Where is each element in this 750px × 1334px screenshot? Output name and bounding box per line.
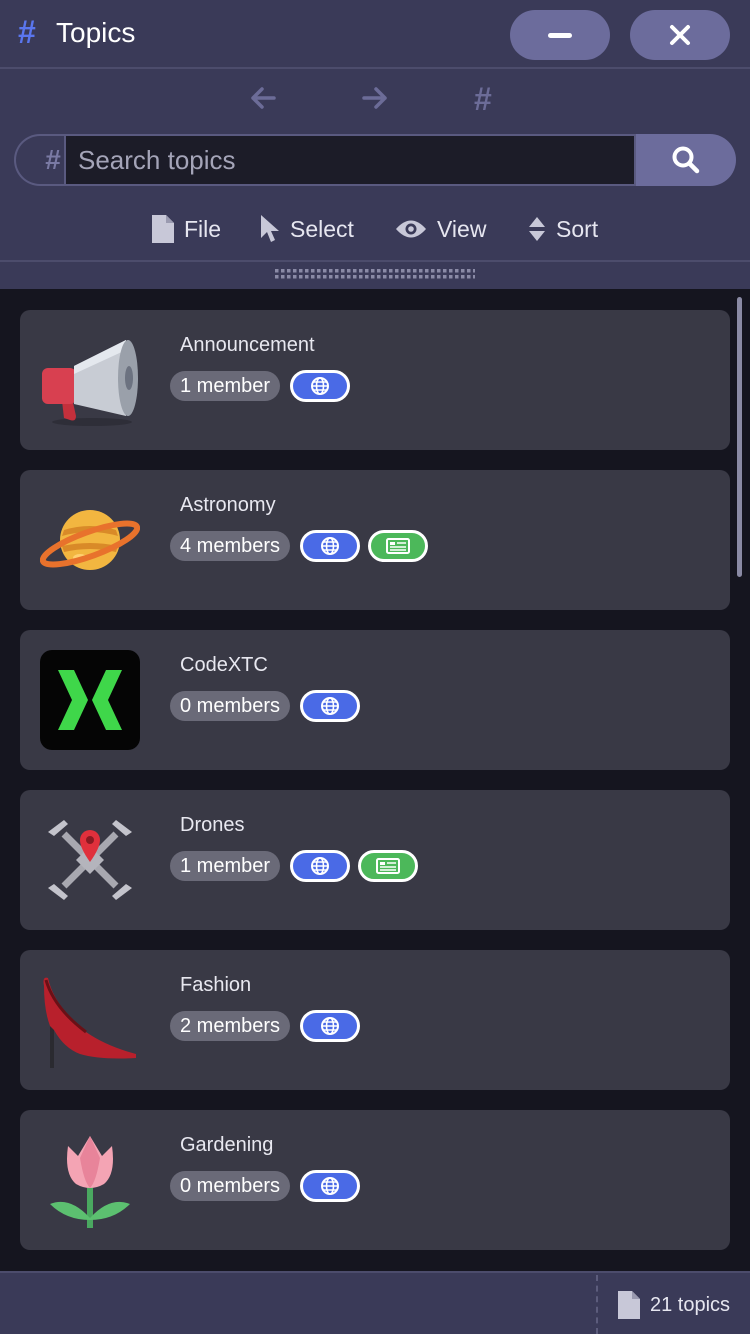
arrow-right-icon	[362, 87, 387, 109]
topic-card[interactable]: Astronomy 4 members	[20, 470, 730, 610]
topic-card[interactable]: Gardening 0 members	[20, 1110, 730, 1250]
sort-icon	[528, 216, 546, 242]
minimize-icon	[548, 32, 572, 38]
planet-icon	[40, 510, 140, 570]
megaphone-icon	[42, 340, 138, 426]
toolbar: # # File Select View Sort	[0, 69, 750, 358]
status-bar: 21 topics	[0, 1271, 750, 1334]
public-badge	[300, 690, 361, 722]
topic-badges: 1 member	[170, 850, 426, 882]
topic-list: Announcement 1 member Astronomy 4 member…	[0, 289, 750, 1271]
hash-icon: #	[18, 14, 36, 50]
menu-file[interactable]: File	[152, 211, 221, 247]
menu-file-label: File	[184, 215, 222, 242]
menu-view[interactable]: View	[395, 211, 486, 247]
globe-icon	[321, 1177, 340, 1195]
member-count-badge: 4 members	[170, 531, 291, 561]
member-count-badge: 1 member	[170, 851, 281, 881]
file-icon	[618, 1291, 640, 1319]
divider	[0, 260, 750, 262]
topic-card[interactable]: Fashion 2 members	[20, 950, 730, 1090]
newspaper-icon	[376, 858, 401, 874]
public-badge	[290, 850, 351, 882]
public-badge	[300, 530, 361, 562]
globe-icon	[321, 697, 340, 715]
news-badge	[358, 850, 419, 882]
public-badge	[300, 1010, 361, 1042]
divider	[596, 1275, 598, 1334]
topics-home-button[interactable]: #	[474, 81, 492, 118]
menu-select-label: Select	[290, 215, 354, 242]
topic-badges: 2 members	[170, 1010, 368, 1042]
topic-badges: 0 members	[170, 690, 368, 722]
news-badge	[368, 530, 429, 562]
topic-name: CodeXTC	[180, 654, 268, 676]
member-count-badge: 1 member	[170, 371, 281, 401]
topic-badges: 1 member	[170, 370, 358, 402]
menu-select[interactable]: Select	[260, 211, 354, 247]
globe-icon	[321, 1017, 340, 1035]
high-heel-icon	[43, 977, 136, 1068]
topic-name: Astronomy	[180, 494, 276, 516]
title-bar: # Topics	[0, 0, 750, 69]
window-title: Topics	[56, 17, 136, 48]
back-button[interactable]	[248, 83, 278, 121]
globe-icon	[311, 377, 330, 395]
topic-card[interactable]: CodeXTC 0 members	[20, 630, 730, 770]
member-count-badge: 0 members	[170, 691, 291, 721]
topic-card[interactable]: Drones 1 member	[20, 790, 730, 930]
topic-name: Announcement	[180, 334, 315, 356]
close-button[interactable]	[630, 10, 730, 60]
codextc-logo	[40, 650, 140, 750]
menu-sort[interactable]: Sort	[528, 211, 598, 247]
search-bar: #	[14, 134, 736, 186]
menu-view-label: View	[437, 215, 487, 242]
topic-name: Fashion	[180, 974, 252, 996]
close-icon	[670, 25, 690, 45]
globe-icon	[321, 537, 340, 555]
search-icon	[672, 146, 700, 174]
tulip-icon	[50, 1136, 130, 1228]
scrollbar[interactable]	[737, 297, 742, 577]
forward-button[interactable]	[360, 83, 390, 121]
search-button[interactable]	[636, 134, 736, 186]
resize-grip-icon[interactable]	[275, 269, 475, 281]
public-badge	[290, 370, 351, 402]
minimize-button[interactable]	[510, 10, 610, 60]
topic-card[interactable]: Announcement 1 member	[20, 310, 730, 450]
menu-sort-label: Sort	[556, 215, 599, 242]
eye-icon	[395, 218, 427, 240]
globe-icon	[311, 857, 330, 875]
member-count-badge: 0 members	[170, 1171, 291, 1201]
search-input[interactable]	[64, 134, 636, 186]
file-icon	[152, 215, 174, 243]
topic-badges: 0 members	[170, 1170, 368, 1202]
newspaper-icon	[386, 538, 411, 554]
drone-icon	[48, 820, 132, 900]
cursor-icon	[260, 214, 280, 244]
member-count-badge: 2 members	[170, 1011, 291, 1041]
public-badge	[300, 1170, 361, 1202]
topic-name: Drones	[180, 814, 245, 836]
topic-count-label: 21 topics	[650, 1293, 731, 1316]
topic-count: 21 topics	[618, 1291, 730, 1319]
topic-name: Gardening	[180, 1134, 274, 1156]
hash-icon: #	[474, 81, 492, 117]
arrow-left-icon	[251, 87, 276, 109]
topic-badges: 4 members	[170, 530, 436, 562]
